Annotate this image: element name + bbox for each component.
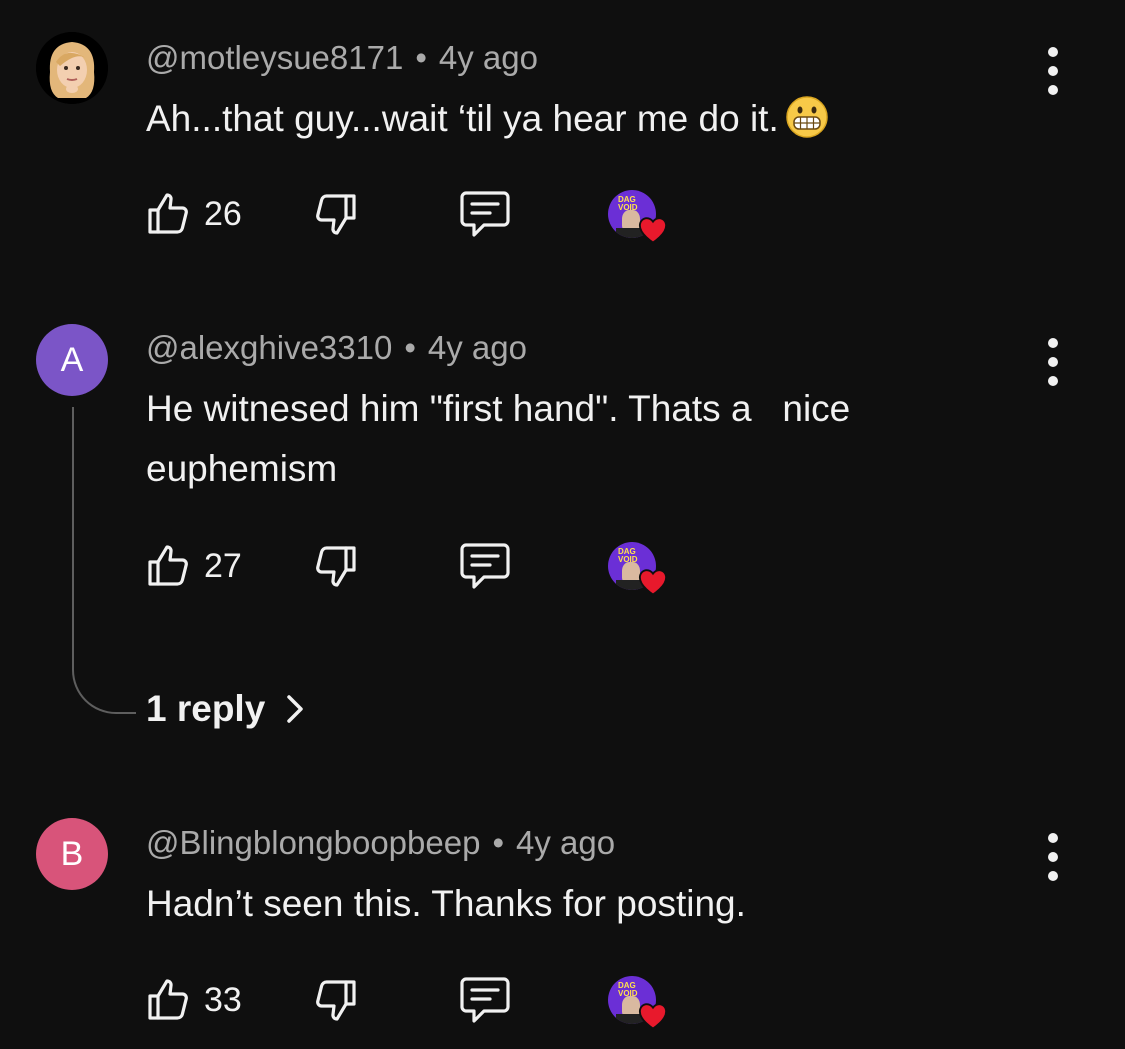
comment-meta: @alexghive3310 • 4y ago: [146, 328, 527, 368]
reply-button[interactable]: [458, 536, 512, 596]
creator-avatar-tag: DAG VOID: [618, 195, 638, 212]
heart-icon: [638, 217, 668, 244]
comment-actions: 27 DAG VOID: [140, 536, 700, 596]
like-count: 26: [204, 194, 242, 233]
like-count: 27: [204, 546, 242, 585]
meta-separator: •: [404, 329, 416, 366]
dislike-button[interactable]: [312, 536, 360, 596]
comment-time[interactable]: 4y ago: [516, 824, 615, 861]
thumb-down-icon: [316, 546, 356, 587]
thumb-down-icon: [316, 980, 356, 1021]
commenter-avatar[interactable]: [36, 32, 108, 104]
comment-time[interactable]: 4y ago: [439, 39, 538, 76]
reply-button[interactable]: [458, 184, 512, 244]
comment-text: Ah...that guy...wait ‘til ya hear me do …: [146, 89, 1026, 149]
more-options-button[interactable]: [1036, 338, 1070, 386]
comment-actions: 26 DAG VOID: [140, 184, 700, 244]
like-button[interactable]: 33: [144, 970, 242, 1030]
more-options-button[interactable]: [1036, 833, 1070, 881]
comment-text: Hadn’t seen this. Thanks for posting.: [146, 883, 746, 924]
like-button[interactable]: 27: [144, 536, 242, 596]
thumb-up-icon: [148, 545, 188, 586]
commenter-avatar[interactable]: B: [36, 818, 108, 890]
heart-icon: [638, 1003, 668, 1030]
creator-heart-badge: DAG VOID: [608, 190, 670, 246]
dislike-button[interactable]: [312, 184, 360, 244]
commenter-avatar[interactable]: A: [36, 324, 108, 396]
comment-reply-icon: [460, 191, 510, 237]
comment-handle[interactable]: @alexghive3310: [146, 329, 392, 366]
comment-actions: 33 DAG VOID: [140, 970, 700, 1030]
comment-handle[interactable]: @motleysue8171: [146, 39, 403, 76]
creator-heart-badge: DAG VOID: [608, 542, 670, 598]
grimacing-face-icon: [785, 96, 828, 138]
comment-meta: @Blingblongboopbeep • 4y ago: [146, 823, 615, 863]
meta-separator: •: [492, 824, 505, 861]
thumb-down-icon: [316, 194, 356, 235]
comment-time[interactable]: 4y ago: [428, 329, 527, 366]
comment-reply-icon: [460, 977, 510, 1023]
creator-avatar-tag: DAG VOID: [618, 547, 638, 564]
memoji-avatar-icon: [36, 32, 108, 104]
comment-handle[interactable]: @Blingblongboopbeep: [146, 824, 480, 861]
thumb-up-icon: [148, 979, 188, 1020]
comment-meta: @motleysue8171 • 4y ago: [146, 38, 538, 78]
reply-button[interactable]: [458, 970, 512, 1030]
view-replies-button[interactable]: 1 reply: [146, 688, 305, 730]
creator-avatar-tag: DAG VOID: [618, 981, 638, 998]
dislike-button[interactable]: [312, 970, 360, 1030]
avatar-letter: B: [60, 834, 84, 873]
meta-separator: •: [415, 39, 427, 76]
like-count: 33: [204, 980, 242, 1019]
creator-heart-badge: DAG VOID: [608, 976, 670, 1032]
chevron-right-icon: [287, 695, 304, 723]
comment-reply-icon: [460, 543, 510, 589]
more-options-button[interactable]: [1036, 47, 1070, 95]
thumb-up-icon: [148, 193, 188, 234]
thread-connector-line: [72, 407, 136, 714]
replies-label: 1 reply: [146, 688, 266, 729]
heart-icon: [638, 569, 668, 596]
avatar-letter: A: [60, 340, 84, 379]
comment-text-content: Ah...that guy...wait ‘til ya hear me do …: [146, 98, 779, 139]
comment-text: He witnesed him "first hand". Thats a ni…: [146, 388, 861, 489]
like-button[interactable]: 26: [144, 184, 242, 244]
